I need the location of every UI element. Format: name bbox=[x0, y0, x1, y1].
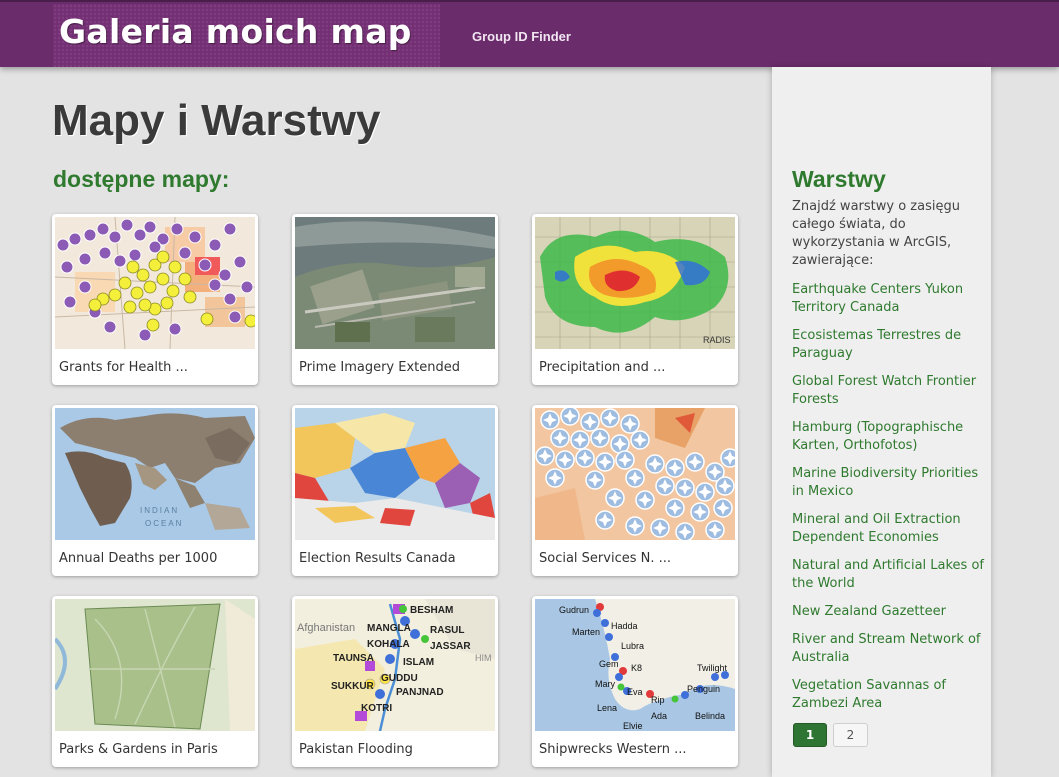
map-card-label[interactable]: Pakistan Flooding bbox=[299, 742, 413, 757]
layer-link[interactable]: Natural and Artificial Lakes of the Worl… bbox=[792, 557, 984, 593]
map-card-label[interactable]: Precipitation and ... bbox=[539, 360, 665, 375]
map-text: Rip bbox=[651, 695, 665, 705]
map-card-precipitation[interactable]: RADIS Precipitation and ... bbox=[532, 214, 738, 385]
map-text: KOTRI bbox=[361, 703, 392, 714]
map-text: Marten bbox=[572, 627, 600, 637]
page-title: Mapy i Warstwy bbox=[52, 96, 381, 145]
map-text: JASSAR bbox=[430, 641, 471, 652]
map-card-label[interactable]: Prime Imagery Extended bbox=[299, 360, 460, 375]
map-text: RASUL bbox=[430, 625, 464, 636]
map-card-social-services[interactable]: Social Services N. ... bbox=[532, 405, 738, 576]
map-card-label[interactable]: Grants for Health ... bbox=[59, 360, 188, 375]
map-text: Lubra bbox=[621, 641, 644, 651]
map-text: RADIS bbox=[703, 335, 731, 345]
map-card-pakistan-flooding[interactable]: BESHAM MANGLA RASUL KOHALA JASSAR TAUNSA… bbox=[292, 596, 498, 767]
map-text: PANJNAD bbox=[396, 687, 444, 698]
map-card-label[interactable]: Parks & Gardens in Paris bbox=[59, 742, 218, 757]
map-thumbnail[interactable]: RADIS bbox=[535, 217, 735, 349]
map-text: Hadda bbox=[611, 621, 638, 631]
map-text: MANGLA bbox=[367, 623, 411, 634]
map-text: HIM bbox=[475, 653, 492, 663]
map-card-parks-paris[interactable]: Parks & Gardens in Paris bbox=[52, 596, 258, 767]
map-text: Gem bbox=[599, 659, 619, 669]
pagination-page-1[interactable]: 1 bbox=[793, 723, 827, 747]
map-thumbnail[interactable] bbox=[535, 408, 735, 540]
pagination-page-2[interactable]: 2 bbox=[833, 723, 868, 747]
map-text: Twilight bbox=[697, 663, 728, 673]
map-thumbnail[interactable]: INDIAN OCEAN bbox=[55, 408, 255, 540]
sidebar-title: Warstwy bbox=[792, 166, 886, 192]
map-text: Ada bbox=[651, 711, 667, 721]
map-thumbnail[interactable] bbox=[55, 217, 255, 349]
layer-link[interactable]: Hamburg (Topographische Karten, Orthofot… bbox=[792, 419, 984, 455]
map-text: Lena bbox=[597, 703, 617, 713]
site-title[interactable]: Galeria moich map bbox=[59, 12, 412, 51]
map-card-prime-imagery[interactable]: Prime Imagery Extended bbox=[292, 214, 498, 385]
map-text: KOHALA bbox=[367, 639, 410, 650]
layer-link[interactable]: Ecosistemas Terrestres de Paraguay bbox=[792, 327, 984, 363]
top-header: Galeria moich map Group ID Finder bbox=[0, 0, 1059, 67]
map-thumbnail[interactable] bbox=[55, 599, 255, 731]
map-text: TAUNSA bbox=[333, 653, 374, 664]
map-card-label[interactable]: Social Services N. ... bbox=[539, 551, 671, 566]
section-title-maps: dostępne mapy: bbox=[53, 166, 230, 192]
map-card-shipwrecks[interactable]: Gudrun Hadda Marten Lubra Gem K8 Twiligh… bbox=[532, 596, 738, 767]
map-card-label[interactable]: Annual Deaths per 1000 bbox=[59, 551, 217, 566]
layer-link[interactable]: Marine Biodiversity Priorities in Mexico bbox=[792, 465, 984, 501]
map-card-election-results[interactable]: Election Results Canada bbox=[292, 405, 498, 576]
layer-link[interactable]: River and Stream Network of Australia bbox=[792, 631, 984, 667]
map-card-annual-deaths[interactable]: INDIAN OCEAN Annual Deaths per 1000 bbox=[52, 405, 258, 576]
map-text: K8 bbox=[631, 663, 642, 673]
layer-link[interactable]: Global Forest Watch Frontier Forests bbox=[792, 373, 984, 409]
map-text: OCEAN bbox=[145, 519, 183, 528]
map-card-label[interactable]: Shipwrecks Western ... bbox=[539, 742, 686, 757]
map-text: SUKKUR bbox=[331, 681, 375, 692]
map-text: Afghanistan bbox=[297, 622, 355, 634]
map-text: Elvie bbox=[623, 721, 643, 731]
group-id-finder-link[interactable]: Group ID Finder bbox=[472, 29, 571, 44]
map-text: Gudrun bbox=[559, 605, 589, 615]
map-text: Mary bbox=[595, 679, 615, 689]
map-text: GUDDU bbox=[381, 673, 418, 684]
map-text: BESHAM bbox=[410, 605, 453, 616]
map-thumbnail[interactable] bbox=[295, 217, 495, 349]
map-text: ISLAM bbox=[403, 657, 434, 668]
layer-link[interactable]: New Zealand Gazetteer bbox=[792, 603, 984, 621]
map-text: Penguin bbox=[687, 684, 720, 694]
sidebar-intro: Znajdź warstwy o zasięgu całego świata, … bbox=[792, 199, 960, 268]
map-text: INDIAN bbox=[140, 506, 179, 515]
map-thumbnail[interactable] bbox=[295, 408, 495, 540]
layer-link[interactable]: Earthquake Centers Yukon Territory Canad… bbox=[792, 281, 984, 317]
brand-banner[interactable]: Galeria moich map bbox=[53, 4, 440, 67]
layer-link[interactable]: Vegetation Savannas of Zambezi Area bbox=[792, 677, 984, 713]
map-card-grants-for-health[interactable]: Grants for Health ... bbox=[52, 214, 258, 385]
map-card-label[interactable]: Election Results Canada bbox=[299, 551, 456, 566]
layer-link[interactable]: Mineral and Oil Extraction Dependent Eco… bbox=[792, 511, 984, 547]
map-text: Belinda bbox=[695, 711, 725, 721]
map-thumbnail[interactable]: BESHAM MANGLA RASUL KOHALA JASSAR TAUNSA… bbox=[295, 599, 495, 731]
map-text: Eva bbox=[627, 687, 643, 697]
layers-sidebar: Warstwy Znajdź warstwy o zasięgu całego … bbox=[772, 67, 991, 777]
map-thumbnail[interactable]: Gudrun Hadda Marten Lubra Gem K8 Twiligh… bbox=[535, 599, 735, 731]
